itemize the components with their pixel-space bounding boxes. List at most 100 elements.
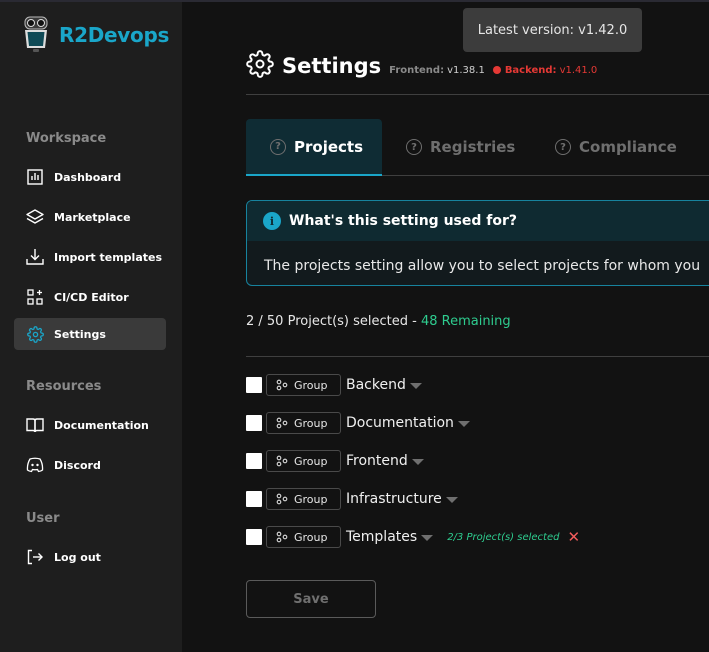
group-icon [276, 455, 288, 467]
group-row: Group Backend [246, 373, 422, 397]
sidebar-item-import-templates[interactable]: Import templates [14, 241, 166, 273]
group-type-label: Group [294, 416, 328, 430]
r2devops-robot-icon [24, 16, 48, 52]
group-row: Group Frontend [246, 449, 424, 473]
tab-compliance[interactable]: ? Compliance [555, 119, 677, 175]
caret-down-icon[interactable] [445, 497, 458, 503]
group-name: Infrastructure [346, 491, 442, 507]
gear-icon [26, 325, 44, 343]
backend-label: Backend: [504, 64, 557, 76]
sidebar-item-discord[interactable]: Discord [14, 449, 166, 481]
logo[interactable]: R2Devops [22, 15, 169, 55]
group-type-badge[interactable]: Group [266, 526, 341, 548]
section-user: User [26, 511, 60, 526]
latest-version-tooltip: Latest version: v1.42.0 [463, 8, 642, 52]
list-divider [246, 356, 709, 357]
sidebar-item-label: Marketplace [54, 210, 131, 224]
caret-down-icon[interactable] [421, 535, 434, 541]
clear-selection-icon[interactable]: ✕ [567, 528, 580, 546]
info-alert-header: i What's this setting used for? [247, 201, 709, 241]
group-icon [276, 493, 288, 505]
sidebar-item-marketplace[interactable]: Marketplace [14, 201, 166, 233]
caret-down-icon[interactable] [409, 383, 422, 389]
help-circle-icon: ? [555, 139, 571, 155]
backend-status-dot [492, 66, 501, 74]
group-checkbox[interactable] [246, 415, 262, 431]
group-name: Backend [346, 377, 406, 393]
help-circle-icon: ? [406, 139, 422, 155]
sidebar-item-label: Settings [54, 327, 106, 341]
caret-down-icon[interactable] [411, 459, 424, 465]
group-type-badge[interactable]: Group [266, 412, 341, 434]
selection-count: 2 / 50 Project(s) selected - 48 Remainin… [246, 314, 511, 329]
frontend-label: Frontend: [389, 64, 445, 76]
version-info: Frontend: v1.38.1 Backend: v1.41.0 [389, 65, 597, 76]
group-type-badge[interactable]: Group [266, 374, 341, 396]
group-type-badge[interactable]: Group [266, 488, 341, 510]
page-header: Settings Frontend: v1.38.1 Backend: v1.4… [246, 50, 597, 82]
sidebar-item-cicd-editor[interactable]: CI/CD Editor [14, 281, 166, 313]
sidebar-item-logout[interactable]: Log out [14, 541, 166, 573]
settings-tabs: ? Projects ? Registries ? Compliance [246, 119, 709, 176]
group-checkbox[interactable] [246, 377, 262, 393]
help-circle-icon: ? [270, 138, 286, 155]
group-row: Group Documentation [246, 411, 470, 435]
selection-summary: 2 / 50 Project(s) selected - [246, 314, 421, 329]
group-type-label: Group [294, 492, 328, 506]
sidebar-item-label: Documentation [54, 418, 149, 432]
save-button[interactable]: Save [246, 580, 376, 618]
tab-label: Projects [294, 137, 364, 156]
backend-version[interactable]: v1.41.0 [560, 65, 598, 76]
chart-bar-icon [26, 168, 44, 186]
discord-icon [26, 456, 44, 474]
sidebar-item-dashboard[interactable]: Dashboard [14, 161, 166, 193]
group-row: Group Infrastructure [246, 487, 458, 511]
sidebar-item-label: Dashboard [54, 170, 122, 184]
info-alert: i What's this setting used for? The proj… [246, 200, 709, 286]
book-icon [26, 416, 44, 434]
tab-label: Registries [430, 138, 516, 156]
group-type-badge[interactable]: Group [266, 450, 341, 472]
info-icon: i [263, 212, 281, 230]
sidebar: R2Devops Workspace Dashboard Marketplace… [0, 0, 182, 652]
header-divider [246, 94, 709, 95]
logout-icon [26, 548, 44, 566]
layers-icon [26, 208, 44, 226]
group-checkbox[interactable] [246, 453, 262, 469]
group-type-label: Group [294, 454, 328, 468]
gear-icon [246, 50, 274, 82]
tab-registries[interactable]: ? Registries [406, 119, 515, 175]
group-icon [276, 417, 288, 429]
group-name: Frontend [346, 453, 408, 469]
caret-down-icon[interactable] [457, 421, 470, 427]
remaining-count: 48 Remaining [420, 314, 511, 329]
window-top-border [0, 0, 709, 2]
partial-selection-note: 2/3 Project(s) selected [447, 531, 560, 543]
info-alert-body: The projects setting allow you to select… [264, 258, 701, 274]
group-row: Group Templates 2/3 Project(s) selected … [246, 525, 580, 549]
group-name: Documentation [346, 415, 454, 431]
sidebar-item-settings[interactable]: Settings [14, 318, 166, 350]
section-workspace: Workspace [26, 131, 107, 146]
sidebar-item-label: Import templates [54, 250, 163, 264]
section-resources: Resources [26, 379, 102, 394]
group-icon [276, 531, 288, 543]
info-alert-title: What's this setting used for? [289, 213, 518, 229]
sidebar-item-label: CI/CD Editor [54, 290, 129, 304]
group-type-label: Group [294, 378, 328, 392]
download-icon [26, 248, 44, 266]
tab-projects[interactable]: ? Projects [246, 119, 382, 176]
group-type-label: Group [294, 530, 328, 544]
grid-plus-icon [26, 288, 44, 306]
group-checkbox[interactable] [246, 491, 262, 507]
sidebar-item-label: Log out [54, 550, 101, 564]
group-checkbox[interactable] [246, 529, 262, 545]
sidebar-item-label: Discord [54, 458, 101, 472]
group-name: Templates [346, 529, 418, 545]
sidebar-item-documentation[interactable]: Documentation [14, 409, 166, 441]
tab-label: Compliance [579, 138, 677, 156]
group-icon [276, 379, 288, 391]
page-title: Settings [282, 54, 382, 78]
frontend-version: v1.38.1 [447, 64, 485, 76]
app-name: R2Devops [59, 23, 170, 47]
